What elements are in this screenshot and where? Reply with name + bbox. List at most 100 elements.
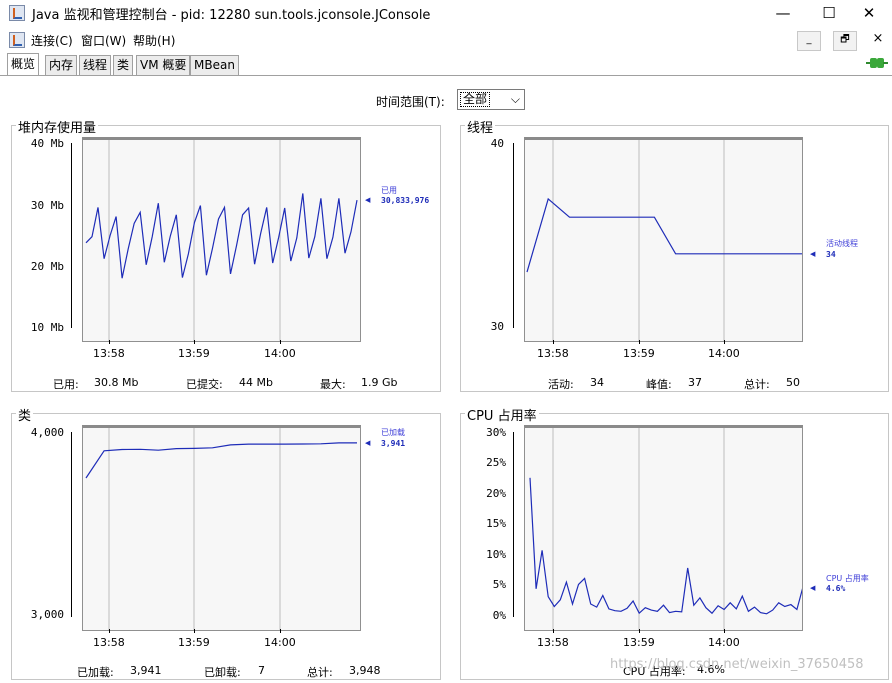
threads-plot (524, 137, 803, 342)
heap-legend-name: 已用 (381, 186, 397, 195)
heap-y-tick: 30 Mb (30, 199, 64, 212)
connection-plug-icon[interactable] (866, 56, 888, 70)
classes-unloaded-label: 已卸载: (204, 666, 241, 679)
x-tick-mark (194, 629, 195, 633)
x-tick-mark (109, 629, 110, 633)
x-tick-mark (639, 340, 640, 344)
heap-used-value: 30.8 Mb (94, 376, 139, 389)
threads-legend-value: 34 (826, 250, 836, 259)
heap-x-tick: 13:58 (93, 347, 125, 360)
x-tick-mark (639, 629, 640, 633)
cpu-x-tick: 14:00 (708, 636, 740, 649)
threads-chart (526, 140, 802, 341)
x-tick-mark (724, 629, 725, 633)
threads-x-tick: 13:58 (537, 347, 569, 360)
menu-connect[interactable]: 连接(C) (31, 32, 73, 49)
tab-vm-summary[interactable]: VM 概要 (136, 55, 191, 76)
menu-bar: 连接(C) 窗口(W) 帮助(H) _ 🗗 × (0, 28, 892, 52)
cpu-x-tick: 13:58 (537, 636, 569, 649)
heap-used-label: 已用: (53, 378, 79, 391)
x-tick-mark (553, 629, 554, 633)
heap-panel-title: 堆内存使用量 (16, 117, 99, 136)
tab-mbean[interactable]: MBean (190, 55, 239, 76)
classes-plot (82, 425, 361, 631)
threads-peak-value: 37 (688, 376, 702, 389)
window-title: Java 监视和管理控制台 - pid: 12280 sun.tools.jco… (32, 8, 431, 23)
chevron-down-icon: ⌵ (510, 92, 520, 106)
classes-loaded-label: 已加载: (77, 666, 114, 679)
tab-threads[interactable]: 线程 (79, 55, 112, 76)
classes-loaded-value: 3,941 (130, 664, 162, 677)
classes-legend-value: 3,941 (381, 439, 406, 448)
cpu-y-tick: 15% (486, 517, 506, 530)
java-doc-icon (9, 32, 25, 48)
heap-committed-label: 已提交: (186, 378, 223, 391)
tab-overview[interactable]: 概览 (7, 53, 40, 76)
tab-divider (0, 75, 892, 76)
close-button[interactable]: ✕ (846, 0, 892, 28)
heap-x-tick: 13:59 (178, 347, 210, 360)
cpu-panel-title: CPU 占用率 (465, 405, 539, 424)
threads-y-tick: 30 (490, 320, 504, 333)
threads-x-tick: 13:59 (623, 347, 655, 360)
heap-max-label: 最大: (320, 378, 346, 391)
x-tick-mark (280, 629, 281, 633)
classes-x-tick: 14:00 (264, 636, 296, 649)
cpu-y-tick: 20% (486, 487, 506, 500)
classes-legend-name: 已加载 (381, 428, 405, 437)
threads-live-label: 活动: (548, 378, 574, 391)
time-range-select[interactable]: 全部 ⌵ (457, 89, 525, 110)
heap-chart (85, 140, 358, 341)
cpu-y-tick: 25% (486, 456, 506, 469)
menu-help[interactable]: 帮助(H) (133, 32, 175, 49)
java-app-icon (9, 5, 25, 21)
internal-restore-button[interactable]: 🗗 (833, 31, 857, 51)
classes-panel-title: 类 (16, 405, 34, 424)
threads-live-value: 34 (590, 376, 604, 389)
heap-y-tick: 40 Mb (30, 137, 64, 150)
cpu-y-tick: 30% (486, 426, 506, 439)
title-bar: Java 监视和管理控制台 - pid: 12280 sun.tools.jco… (0, 0, 892, 28)
legend-arrow-icon: ◀ (810, 584, 816, 592)
x-tick-mark (724, 340, 725, 344)
x-tick-mark (194, 340, 195, 344)
cpu-y-tick: 10% (486, 548, 506, 561)
time-range-label: 时间范围(T): (376, 95, 445, 109)
threads-panel-title: 线程 (465, 117, 496, 136)
tab-memory[interactable]: 内存 (45, 55, 78, 76)
watermark: https://blog.csdn.net/weixin_37650458 (610, 657, 864, 672)
tab-classes[interactable]: 类 (113, 55, 134, 76)
threads-peak-label: 峰值: (646, 378, 672, 391)
series-line-已用 (85, 193, 358, 279)
internal-close-button[interactable]: × (867, 31, 889, 49)
heap-y-tick: 10 Mb (30, 321, 64, 334)
x-tick-mark (109, 340, 110, 344)
x-tick-mark (280, 340, 281, 344)
heap-max-value: 1.9 Gb (361, 376, 398, 389)
classes-y-tick: 3,000 (30, 608, 64, 621)
classes-unloaded-value: 7 (258, 664, 265, 677)
cpu-y-tick: 0% (492, 609, 506, 622)
heap-x-tick: 14:00 (264, 347, 296, 360)
menu-window[interactable]: 窗口(W) (81, 32, 126, 49)
cpu-legend-value: 4.6% (826, 584, 846, 593)
threads-y-axis (513, 143, 514, 328)
threads-total-label: 总计: (744, 378, 770, 391)
threads-x-tick: 14:00 (708, 347, 740, 360)
legend-arrow-icon: ◀ (365, 196, 371, 204)
minimize-button[interactable]: — (760, 0, 806, 28)
series-line-已加载 (85, 442, 357, 479)
legend-arrow-icon: ◀ (365, 439, 371, 447)
heap-plot (82, 137, 361, 342)
cpu-x-tick: 13:59 (623, 636, 655, 649)
series-line-活动线程 (526, 197, 802, 273)
classes-total-label: 总计: (307, 666, 333, 679)
heap-y-tick: 20 Mb (30, 260, 64, 273)
classes-y-tick: 4,000 (30, 426, 64, 439)
internal-minimize-button[interactable]: _ (797, 31, 821, 51)
series-line-CPU 占用率 (529, 477, 802, 615)
classes-y-axis (71, 432, 72, 617)
legend-arrow-icon: ◀ (810, 250, 816, 258)
cpu-chart (529, 428, 802, 630)
tab-bar: 概览 内存 线程 类 VM 概要 MBean (0, 52, 892, 76)
